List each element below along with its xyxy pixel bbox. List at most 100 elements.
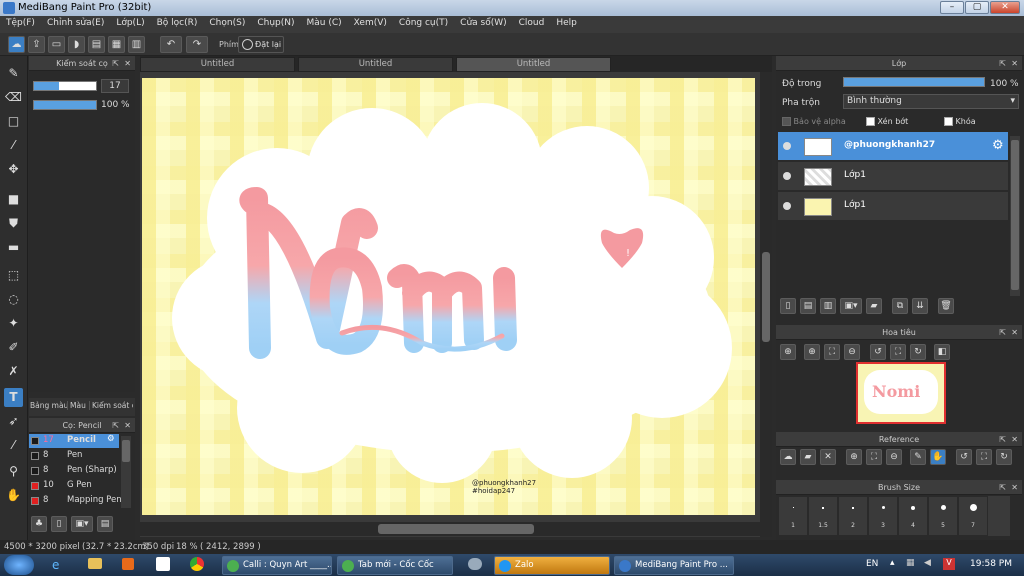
start-button[interactable] (4, 555, 34, 575)
pin-icon[interactable]: ⇱ (999, 432, 1006, 447)
rectangle-tool-icon[interactable]: □ (4, 112, 23, 131)
reset-view-icon[interactable]: ⛶ (890, 344, 906, 360)
brush-size-cell[interactable]: 7 (958, 496, 988, 536)
chat-icon[interactable]: ◗ (68, 36, 85, 53)
eyedropper-tool-icon[interactable]: ⚲ (4, 462, 23, 481)
brush-list-scrollbar[interactable] (121, 436, 131, 508)
divide-tool-icon[interactable]: ⁄ (4, 436, 23, 455)
brush-item[interactable]: 17 Pencil ⚙ (29, 434, 119, 448)
maximize-button[interactable]: ▢ (965, 1, 989, 14)
select-eraser-tool-icon[interactable]: ✗ (4, 362, 23, 381)
brush-opacity-slider[interactable] (33, 100, 97, 110)
scrollbar-thumb[interactable] (378, 524, 534, 534)
scrollbar-thumb[interactable] (122, 440, 130, 462)
tab-document-1[interactable]: Untitled (140, 57, 295, 72)
menu-cloud[interactable]: Cloud (513, 16, 551, 28)
zoom-out-icon[interactable]: ⊖ (844, 344, 860, 360)
select-pen-tool-icon[interactable]: ✐ (4, 338, 23, 357)
undo-button[interactable]: ↶ (160, 36, 182, 53)
delete-layer-icon[interactable]: 🗑 (938, 298, 954, 314)
rotate-right-icon[interactable]: ↻ (996, 449, 1012, 465)
canvas-area[interactable]: ! @phuongkhanh27 #hoidap247 (140, 72, 772, 537)
menu-edit[interactable]: Chỉnh sửa(E) (41, 16, 110, 28)
bucket-tool-icon[interactable]: ⛊ (4, 214, 23, 233)
language-indicator[interactable]: EN (866, 559, 878, 569)
cloud-sync-icon[interactable] (468, 558, 482, 570)
gear-icon[interactable]: ⚙ (107, 434, 115, 444)
close-icon[interactable]: ✕ (1011, 56, 1018, 71)
panel-grid-icon[interactable]: ▥ (128, 36, 145, 53)
zoom-out-icon[interactable]: ⊖ (886, 449, 902, 465)
document-icon[interactable]: ▤ (88, 36, 105, 53)
brush-size-slider[interactable] (33, 81, 97, 91)
horizontal-scrollbar[interactable] (140, 522, 760, 536)
duplicate-layer-icon[interactable]: ⧉ (892, 298, 908, 314)
fill-rect-tool-icon[interactable]: ■ (4, 190, 23, 209)
gradient-tool-icon[interactable]: ▬ (4, 238, 23, 257)
text-tool-icon[interactable]: T (4, 388, 23, 407)
operation-tool-icon[interactable]: ➶ (4, 412, 23, 431)
zoom-in-icon[interactable]: ⊕ (846, 449, 862, 465)
rotate-right-icon[interactable]: ↻ (910, 344, 926, 360)
pin-icon[interactable]: ⇱ (999, 325, 1006, 340)
menu-filter[interactable]: Bộ lọc(R) (151, 16, 204, 28)
chrome-icon[interactable] (190, 557, 204, 571)
tab-palette[interactable]: Bảng màu (30, 401, 68, 410)
close-icon[interactable]: ✕ (124, 418, 131, 433)
reset-view-icon[interactable]: ⛶ (976, 449, 992, 465)
menu-color[interactable]: Màu (C) (301, 16, 348, 28)
menu-window[interactable]: Cửa sổ(W) (454, 16, 512, 28)
eye-icon[interactable] (783, 202, 791, 210)
hand-icon[interactable]: ✋ (930, 449, 946, 465)
menu-view[interactable]: Xem(V) (348, 16, 393, 28)
menu-file[interactable]: Tệp(F) (0, 16, 41, 28)
menu-tools[interactable]: Công cụ(T) (393, 16, 454, 28)
eye-icon[interactable] (783, 172, 791, 180)
close-reference-icon[interactable]: ✕ (820, 449, 836, 465)
task-item[interactable]: Zalo (494, 556, 610, 575)
close-icon[interactable]: ✕ (1011, 432, 1018, 447)
brush-size-cell[interactable]: 2 (838, 496, 868, 536)
paint-icon[interactable] (156, 557, 170, 571)
protect-alpha-checkbox[interactable]: Bảo vệ alpha (782, 117, 846, 126)
task-item[interactable]: MediBang Paint Pro ... (614, 556, 734, 575)
new-layer-icon[interactable]: ▯ (780, 298, 796, 314)
brush-item[interactable]: 10 G Pen (29, 479, 119, 493)
brush-size-cell[interactable]: 4 (898, 496, 928, 536)
brush-size-cell[interactable]: 1.5 (808, 496, 838, 536)
menu-layer[interactable]: Lớp(L) (110, 16, 150, 28)
eraser-tool-icon[interactable]: ⌫ (4, 88, 23, 107)
brush-size-cell[interactable]: 5 (928, 496, 958, 536)
ie-icon[interactable]: e (52, 558, 59, 572)
brush-menu-icon[interactable]: ▣▾ (71, 516, 93, 532)
folder-icon[interactable]: ▰ (866, 298, 882, 314)
chevron-up-icon[interactable]: ▴ (890, 558, 895, 568)
upload-icon[interactable]: ⇪ (28, 36, 45, 53)
layer-row[interactable]: Lớp1 (778, 162, 1008, 191)
minimize-button[interactable]: – (940, 1, 964, 14)
pin-icon[interactable]: ⇱ (112, 56, 119, 71)
reset-button[interactable]: Đặt lại (238, 36, 284, 53)
blur-tool-icon[interactable]: ⁄ (4, 136, 23, 155)
open-folder-icon[interactable]: ▰ (800, 449, 816, 465)
add-brush-icon[interactable]: ♣ (31, 516, 47, 532)
new-8bit-layer-icon[interactable]: ▥ (820, 298, 836, 314)
volume-icon[interactable]: ◀ (924, 558, 931, 568)
fit-screen-icon[interactable]: ⛶ (824, 344, 840, 360)
antivirus-icon[interactable]: V (943, 558, 955, 570)
eyedropper-icon[interactable]: ✎ (910, 449, 926, 465)
zoom-in-icon[interactable]: ⊕ (804, 344, 820, 360)
grid-icon[interactable]: ▦ (108, 36, 125, 53)
pin-icon[interactable]: ⇱ (999, 480, 1006, 495)
lock-checkbox[interactable]: Khóa (944, 117, 976, 126)
clock[interactable]: 19:58 PM (970, 559, 1012, 569)
network-icon[interactable]: ▦ (906, 558, 915, 568)
folder-icon[interactable] (88, 558, 102, 569)
pin-icon[interactable]: ⇱ (112, 418, 119, 433)
move-tool-icon[interactable]: ✥ (4, 160, 23, 179)
select-rect-tool-icon[interactable]: ⬚ (4, 266, 23, 285)
clipping-checkbox[interactable]: Xén bớt (866, 117, 908, 126)
tab-document-3[interactable]: Untitled (456, 57, 611, 72)
brush-size-value[interactable]: 17 (101, 79, 129, 93)
magic-wand-tool-icon[interactable]: ✦ (4, 314, 23, 333)
